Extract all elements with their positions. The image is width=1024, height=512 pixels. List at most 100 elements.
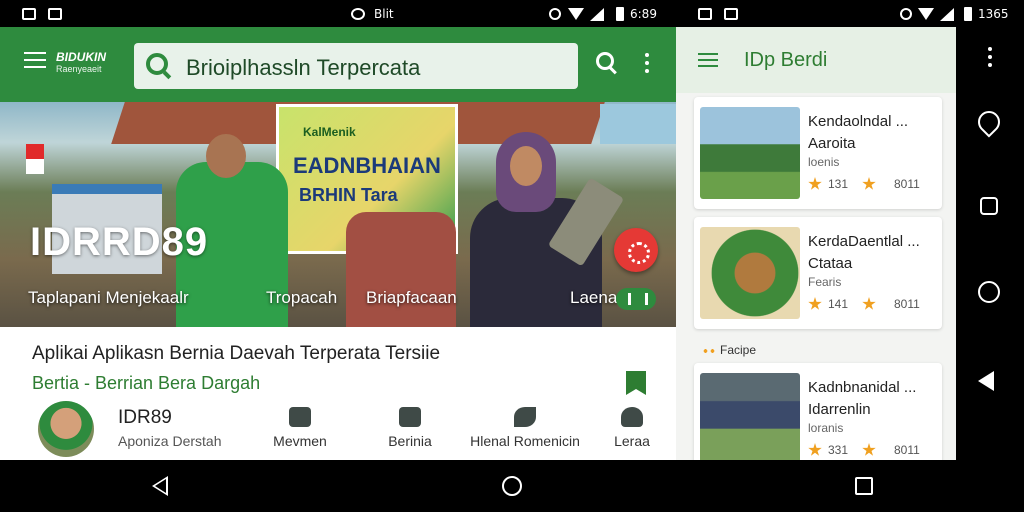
village-thumbnail <box>700 107 800 199</box>
flag-image <box>26 144 44 174</box>
star-icon <box>862 443 876 456</box>
card-title: Kadnbnanidal ... <box>808 379 917 396</box>
nav-label: Berinia <box>388 433 432 449</box>
signal-icon <box>940 8 954 21</box>
tent-image <box>600 104 676 144</box>
nav-item-mevmen[interactable]: Mevmen <box>272 407 328 449</box>
card-title: KerdaDaentlal ... <box>808 233 920 250</box>
menu-icon[interactable] <box>698 53 718 67</box>
back-icon[interactable] <box>152 476 168 496</box>
signal-icon <box>590 8 604 21</box>
children-image <box>346 212 456 327</box>
card-meta: loranis <box>808 421 844 435</box>
card-subtitle: Aaroita <box>808 135 856 152</box>
article-title: Aplikai Aplikasn Bernia Daevah Terperata… <box>32 343 441 364</box>
rotate-icon[interactable] <box>978 281 1000 303</box>
alarm-icon <box>900 8 912 20</box>
scissors-icon <box>289 407 311 427</box>
system-navigation-bar <box>0 460 1024 512</box>
card-subtitle: Idarrenlin <box>808 401 871 418</box>
section-label-text: Facipe <box>720 343 757 357</box>
card-title: Kendaolndal ... <box>808 113 909 130</box>
more-vert-icon[interactable] <box>645 53 649 73</box>
alarm-icon <box>549 8 561 20</box>
banner-line-3: BRHIN Tara <box>299 185 398 205</box>
image-icon <box>22 8 36 20</box>
star-icon <box>862 297 876 310</box>
wifi-icon <box>918 8 934 20</box>
profile-subtitle: Aponiza Derstah <box>118 433 222 449</box>
home-icon[interactable] <box>502 476 522 496</box>
news-card[interactable]: Kadnbnanidal ... Idarrenlin loranis 331 … <box>694 363 942 460</box>
leaf-icon <box>514 407 536 427</box>
nav-label: Mevmen <box>273 433 327 449</box>
banner-line-2: EADNBHAIAN <box>293 153 441 178</box>
nav-item-leraa[interactable]: Leraa <box>608 407 656 449</box>
star-icon <box>862 177 876 190</box>
wifi-icon <box>568 8 584 20</box>
news-card[interactable]: KerdaDaentlal ... Ctataa Fearis 141 8011 <box>694 217 942 329</box>
article-info-panel: Aplikai Aplikasn Bernia Daevah Terperata… <box>0 327 676 460</box>
news-card[interactable]: Kendaolndal ... Aaroita loenis 131 8011 <box>694 97 942 209</box>
search-input[interactable]: Brioiplhassln Terpercata <box>186 55 420 81</box>
status-app-label: Blit <box>374 7 394 21</box>
edit-icon[interactable] <box>973 106 1005 138</box>
square-icon <box>399 407 421 427</box>
search-icon <box>146 53 168 75</box>
status-time-right: 1365 <box>978 7 1009 21</box>
search-bar[interactable]: Brioiplhassln Terpercata <box>134 43 578 89</box>
battery-icon <box>964 7 972 21</box>
hero-tab[interactable]: Laena <box>570 288 617 308</box>
side-app-title: IDp Berdi <box>744 49 828 71</box>
side-app-bar: IDp Berdi <box>676 27 956 93</box>
banner-line-1: KalMenik <box>303 125 356 139</box>
card-meta: loenis <box>808 155 840 169</box>
card-count: 131 <box>828 177 849 191</box>
toggle-icon[interactable] <box>616 288 656 310</box>
logo-text-top: BIDUKIN <box>56 50 106 64</box>
hero-tab[interactable]: Tropacah <box>266 288 337 308</box>
status-bar-left: Blit 6:89 <box>0 0 676 27</box>
nav-item-hlenal[interactable]: Hlenal Romenicin <box>470 407 580 449</box>
avatar[interactable] <box>38 401 94 457</box>
back-icon[interactable] <box>978 371 1000 393</box>
nav-item-berinia[interactable]: Berinia <box>382 407 438 449</box>
star-icon <box>808 177 822 190</box>
music-icon <box>351 8 365 20</box>
person-icon <box>621 407 643 427</box>
hero-banner[interactable]: KalMenik EADNBHAIAN BRHIN Tara IDRRD89 T… <box>0 102 676 327</box>
search-icon[interactable] <box>596 52 614 70</box>
news-app-side: IDp Berdi Kendaolndal ... Aaroita loenis… <box>676 27 956 460</box>
food-thumbnail <box>700 227 800 319</box>
recents-icon[interactable] <box>980 197 998 215</box>
card-views: 8011 <box>894 177 920 191</box>
screen: Blit 6:89 1365 BIDUKIN Raenyeaeit Brioip… <box>0 0 1024 512</box>
nav-label: Leraa <box>614 433 650 449</box>
card-count: 141 <box>828 297 849 311</box>
battery-icon <box>616 7 624 21</box>
card-meta: Fearis <box>808 275 842 289</box>
gallery-icon <box>724 8 738 20</box>
more-vert-icon[interactable] <box>988 47 992 71</box>
status-bar-right: 1365 <box>676 0 1024 27</box>
article-subtitle[interactable]: Bertia - Berrian Bera Dargah <box>32 373 260 394</box>
top-app-bar: BIDUKIN Raenyeaeit Brioiplhassln Terperc… <box>0 27 676 102</box>
card-views: 8011 <box>894 443 920 457</box>
logo-text-bottom: Raenyeaeit <box>56 64 102 74</box>
hero-tab[interactable]: Briapfacaan <box>366 288 457 308</box>
status-time-left: 6:89 <box>630 7 657 21</box>
card-views: 8011 <box>894 297 920 311</box>
news-app-main: BIDUKIN Raenyeaeit Brioiplhassln Terperc… <box>0 27 676 460</box>
bookmark-icon[interactable] <box>626 371 646 395</box>
app-logo: BIDUKIN Raenyeaeit <box>56 51 106 75</box>
menu-icon[interactable] <box>24 52 46 68</box>
star-icon <box>808 443 822 456</box>
hero-tab[interactable]: Taplapani Menjekaalr <box>28 288 189 308</box>
hero-title: IDRRD89 <box>30 220 209 264</box>
recents-icon[interactable] <box>855 477 873 495</box>
man-head-image <box>206 134 246 178</box>
nav-label: Hlenal Romenicin <box>470 433 580 449</box>
card-count: 331 <box>828 443 849 457</box>
settings-fab-icon[interactable] <box>614 228 658 272</box>
profile-name: IDR89 <box>118 407 172 428</box>
